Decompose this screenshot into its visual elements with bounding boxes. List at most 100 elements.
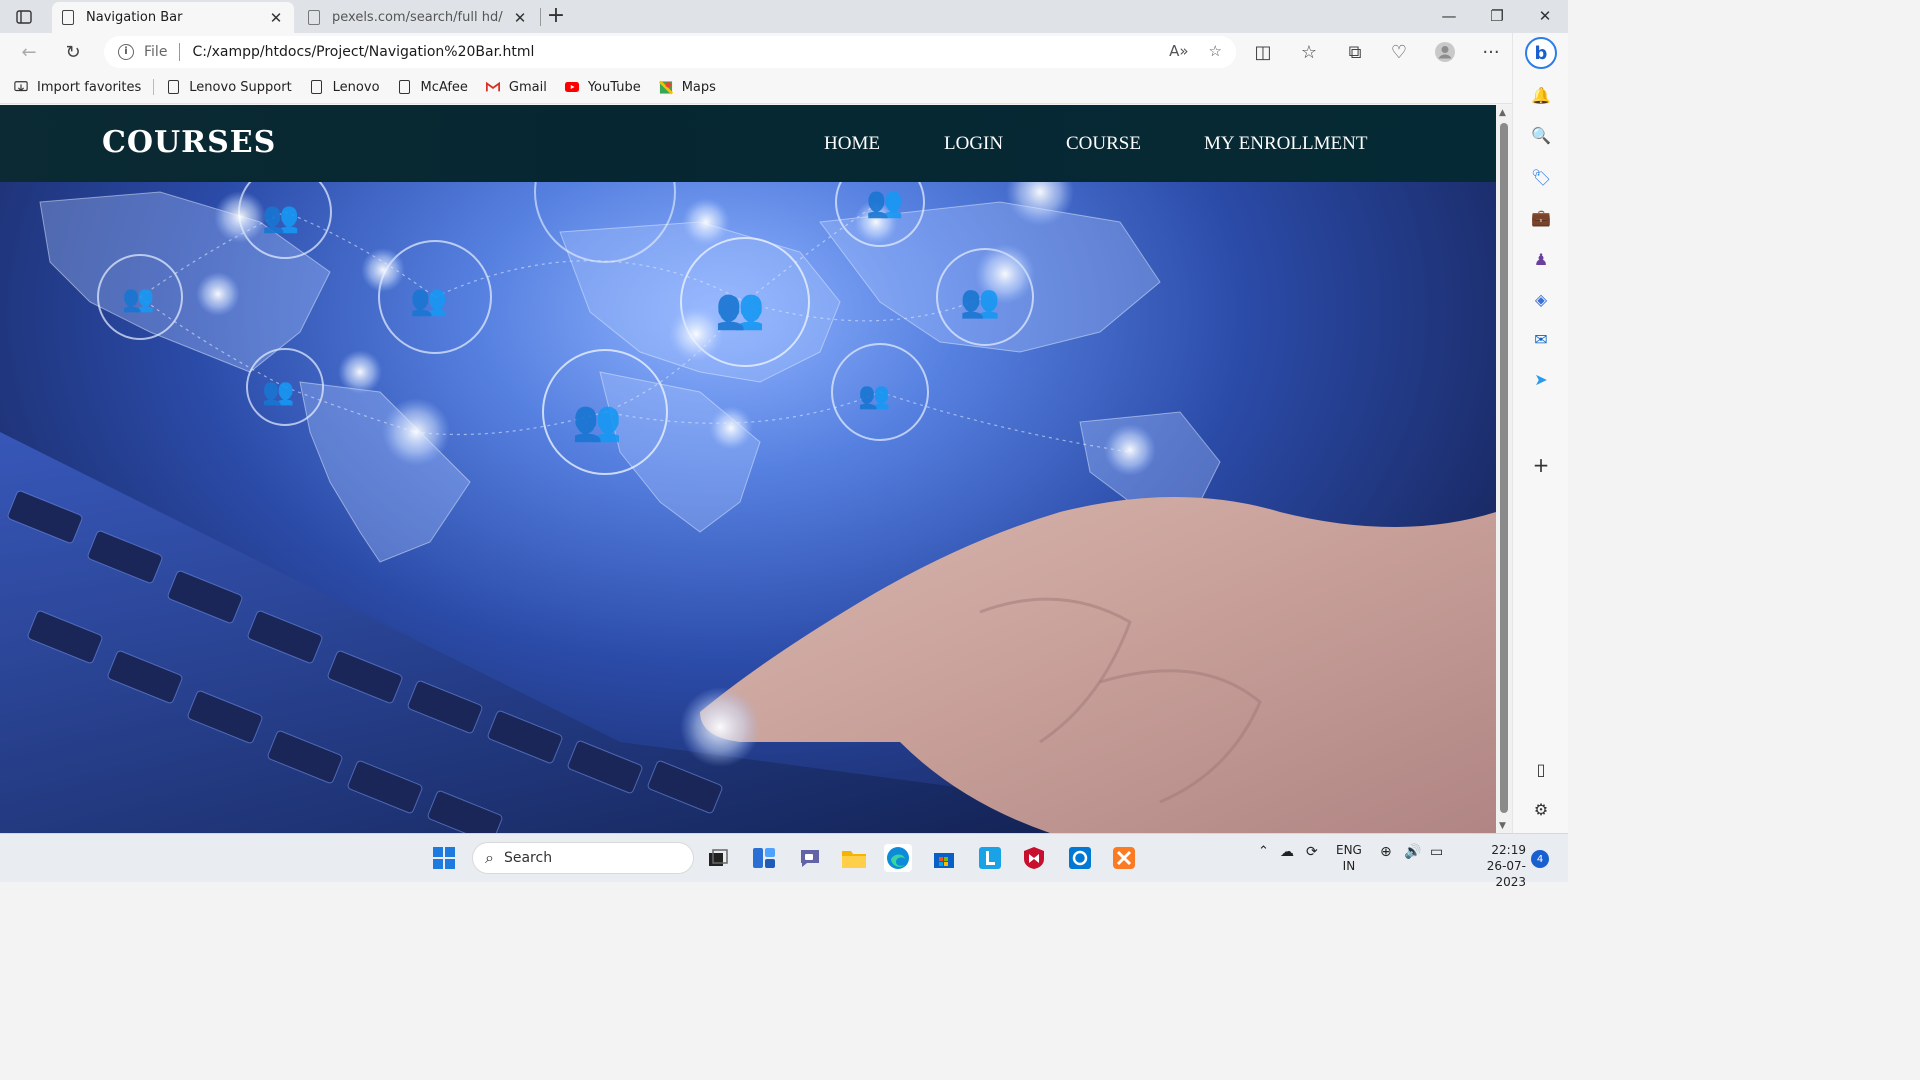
taskbar-clock[interactable]: 22:19 26-07-2023 [1458, 842, 1526, 890]
search-icon: ⌕ [485, 848, 494, 867]
page-scrollbar[interactable]: ▲ ▼ [1496, 105, 1512, 833]
site-navbar: COURSES HOME LOGIN COURSE MY ENROLLMENT [0, 105, 1496, 182]
browser-titlebar: Navigation Bar ✕ pexels.com/search/full … [0, 0, 1568, 33]
favorites-icon[interactable]: ☆ [1294, 39, 1324, 65]
back-icon[interactable]: ← [14, 39, 44, 65]
bing-chat-icon[interactable]: b [1525, 37, 1557, 69]
start-icon[interactable] [430, 844, 458, 872]
favorite-label: Import favorites [37, 79, 142, 95]
games-icon[interactable]: ♟ [1531, 249, 1551, 269]
favorite-mcafee[interactable]: McAfee [398, 79, 468, 95]
favorite-lenovo-support[interactable]: Lenovo Support [166, 79, 292, 95]
favorite-label: Lenovo [332, 79, 380, 95]
favorite-star-icon[interactable]: ☆ [1209, 42, 1222, 60]
taskbar-search[interactable]: ⌕ Search [472, 842, 694, 874]
tab-navigation-bar[interactable]: Navigation Bar ✕ [52, 2, 294, 33]
search-icon[interactable]: 🔍 [1531, 125, 1551, 145]
close-tab-icon[interactable]: ✕ [268, 9, 284, 27]
hero-image: 👥 👥 👥 👥 👥 👥 👥 👥 👥 [0, 182, 1496, 833]
restore-icon[interactable]: ❐ [1474, 4, 1520, 28]
scroll-thumb[interactable] [1500, 123, 1508, 813]
favorite-youtube[interactable]: YouTube [564, 79, 641, 95]
scheme-label: File [144, 44, 168, 60]
refresh-icon[interactable]: ↻ [58, 39, 88, 65]
tools-briefcase-icon[interactable]: 💼 [1531, 207, 1551, 227]
close-tab-icon[interactable]: ✕ [512, 9, 528, 27]
tab-pexels[interactable]: pexels.com/search/full hd/ ✕ [298, 2, 538, 33]
clock-date: 26-07-2023 [1486, 859, 1526, 889]
read-aloud-icon[interactable]: A» [1169, 42, 1188, 60]
nav-link-my-enrollment[interactable]: MY ENROLLMENT [1204, 133, 1367, 155]
maps-icon [658, 79, 673, 95]
widgets-icon[interactable] [750, 844, 778, 872]
favorite-lenovo[interactable]: Lenovo [310, 79, 380, 95]
region-code: IN [1342, 859, 1356, 873]
hide-sidebar-icon[interactable]: ▯ [1531, 759, 1551, 779]
clock-time: 22:19 [1491, 843, 1526, 857]
svg-text:👥: 👥 [262, 377, 294, 407]
profile-avatar-icon[interactable] [1430, 39, 1460, 65]
sidebar-settings-icon[interactable]: ⚙ [1531, 799, 1551, 819]
input-language-indicator[interactable]: ENG IN [1336, 842, 1362, 874]
favorite-gmail[interactable]: Gmail [485, 79, 547, 95]
tab-title: Navigation Bar [86, 10, 183, 25]
battery-icon[interactable]: ▭ [1430, 844, 1443, 860]
browser-toolbar: ← ↻ i File C:/xampp/htdocs/Project/Navig… [0, 33, 1568, 71]
teams-chat-icon[interactable] [796, 844, 824, 872]
xampp-icon[interactable] [1110, 844, 1138, 872]
sync-icon[interactable]: ⟳ [1306, 844, 1318, 860]
nav-link-home[interactable]: HOME [824, 133, 880, 155]
drop-icon[interactable]: ➤ [1531, 369, 1551, 389]
new-tab-button[interactable]: + [544, 3, 568, 28]
nav-link-course[interactable]: COURSE [1066, 133, 1141, 155]
browser-essentials-icon[interactable]: ♡ [1384, 39, 1414, 65]
minimize-icon[interactable]: — [1426, 4, 1472, 28]
favorite-label: Gmail [508, 79, 547, 95]
shopping-tag-icon[interactable]: 🏷 [1531, 167, 1551, 187]
info-icon[interactable]: i [118, 44, 134, 60]
favorite-maps[interactable]: Maps [658, 79, 716, 95]
svg-text:👥: 👥 [960, 282, 1000, 320]
tab-title: pexels.com/search/full hd/ [332, 10, 503, 25]
lenovo-vantage-icon[interactable] [976, 844, 1004, 872]
volume-icon[interactable]: 🔊 [1404, 844, 1421, 860]
microsoft-365-icon[interactable]: ◈ [1531, 289, 1551, 309]
favorites-bar: Import favorites Lenovo Support Lenovo M… [0, 71, 1568, 104]
edge-sidebar: b 🔔 🔍 🏷 💼 ♟ ◈ ✉ ➤ + ▯ ⚙ [1512, 33, 1568, 833]
site-brand-logo[interactable]: COURSES [102, 125, 276, 160]
url-text[interactable]: C:/xampp/htdocs/Project/Navigation%20Bar… [192, 44, 534, 60]
address-bar[interactable]: i File C:/xampp/htdocs/Project/Navigatio… [104, 36, 1236, 68]
more-options-icon[interactable]: ··· [1476, 39, 1506, 65]
split-screen-icon[interactable]: ◫ [1248, 39, 1278, 65]
weather-cloud-icon[interactable]: ☁ [1280, 844, 1294, 860]
task-view-icon[interactable] [704, 844, 732, 872]
outlook-icon[interactable]: ✉ [1531, 329, 1551, 349]
bell-icon[interactable]: 🔔 [1531, 85, 1551, 105]
favorite-import[interactable]: Import favorites [14, 79, 141, 95]
add-sidebar-app-icon[interactable]: + [1531, 453, 1551, 477]
collections-icon[interactable]: ⧉ [1340, 39, 1370, 65]
language-code: ENG [1336, 843, 1362, 857]
mcafee-icon[interactable] [1020, 844, 1048, 872]
search-label: Search [503, 850, 553, 866]
scroll-down-icon[interactable]: ▼ [1499, 821, 1506, 831]
edge-browser-icon[interactable] [884, 844, 912, 872]
favorite-label: Maps [681, 79, 716, 95]
microsoft-store-icon[interactable] [930, 844, 958, 872]
hero-illustration: 👥 👥 👥 👥 👥 👥 👥 👥 👥 [0, 182, 1496, 833]
address-divider [179, 43, 181, 61]
show-hidden-icons-icon[interactable]: ⌃ [1258, 844, 1269, 859]
file-explorer-icon[interactable] [840, 844, 868, 872]
circle-app-icon[interactable] [1066, 844, 1094, 872]
scroll-up-icon[interactable]: ▲ [1499, 108, 1506, 118]
svg-text:👥: 👥 [122, 284, 154, 314]
page-icon [398, 79, 412, 95]
close-window-icon[interactable]: ✕ [1522, 4, 1568, 28]
nav-link-login[interactable]: LOGIN [944, 133, 1003, 155]
network-globe-icon[interactable]: ⊕ [1380, 844, 1392, 860]
notification-badge[interactable]: 4 [1531, 850, 1549, 868]
page-icon [310, 79, 324, 95]
tab-actions-icon[interactable] [10, 6, 38, 28]
svg-text:👥: 👥 [866, 185, 903, 220]
svg-text:👥: 👥 [262, 200, 299, 235]
